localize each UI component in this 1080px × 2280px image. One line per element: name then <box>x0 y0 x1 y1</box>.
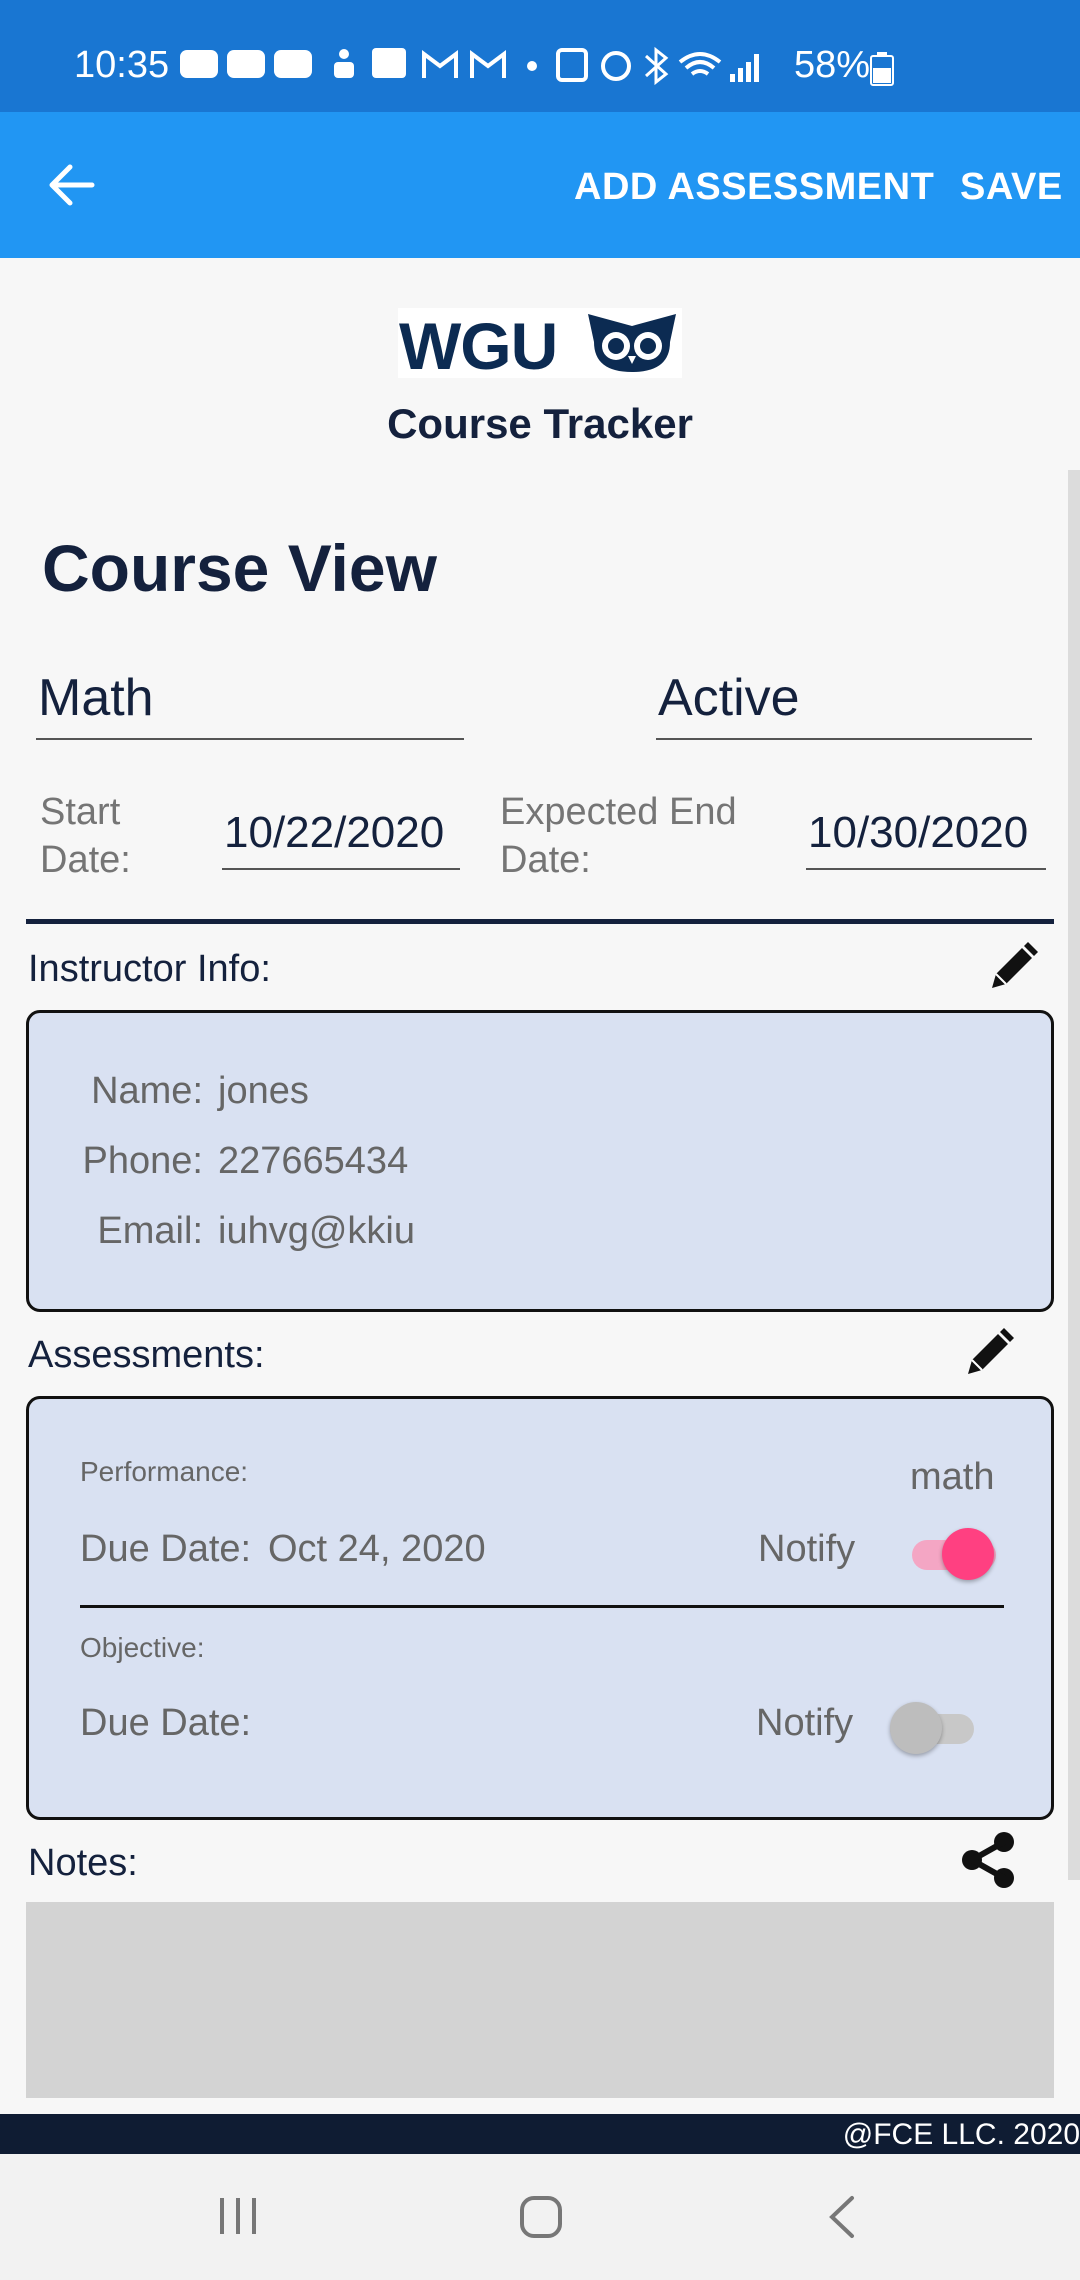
start-date-label: Start Date: <box>40 788 131 884</box>
status-icons-strip <box>180 46 759 86</box>
assessment-title: math <box>910 1456 995 1498</box>
save-button[interactable]: SAVE <box>960 166 1063 209</box>
assessments-label: Assessments: <box>28 1334 265 1376</box>
notification-icons <box>180 46 780 94</box>
youtube-icon <box>227 50 265 78</box>
instructor-phone-value: 227665434 <box>218 1140 409 1182</box>
message-alert-icon <box>372 48 406 78</box>
alarm-icon <box>601 51 631 81</box>
course-status-underline <box>656 738 1032 740</box>
instructor-info-label: Instructor Info: <box>28 948 271 990</box>
owl-logo-icon <box>588 314 676 372</box>
course-status-field[interactable]: Active <box>658 668 800 728</box>
edit-assessments-pencil-icon[interactable] <box>962 1326 1016 1380</box>
toggle-thumb <box>942 1528 994 1580</box>
nfc-icon <box>556 48 588 82</box>
assessment-divider <box>80 1605 1004 1608</box>
recent-apps-icon[interactable] <box>216 2194 260 2238</box>
course-name-field[interactable]: Math <box>38 668 154 728</box>
gmail-icon <box>470 50 506 78</box>
instructor-email-value: iuhvg@kkiu <box>218 1210 415 1252</box>
page-title: Course View <box>42 531 437 605</box>
end-date-underline <box>806 868 1046 870</box>
scrollbar[interactable] <box>1068 470 1080 1880</box>
battery-icon <box>870 52 894 86</box>
share-icon[interactable] <box>958 1830 1018 1890</box>
edit-instructor-pencil-icon[interactable] <box>986 940 1040 994</box>
instructor-name-label: Name: <box>91 1070 203 1112</box>
bluetooth-icon <box>644 46 669 86</box>
system-back-icon[interactable] <box>822 2194 862 2240</box>
notify-label: Notify <box>758 1528 856 1570</box>
assessment-due-label: Due Date: <box>80 1702 252 1744</box>
assessment-type-label: Objective: <box>80 1632 205 1663</box>
end-date-field[interactable]: 10/30/2020 <box>808 808 1028 858</box>
end-date-label-line2: Date: <box>500 839 591 881</box>
wifi-icon <box>678 52 722 76</box>
gmail-icon <box>422 50 458 78</box>
assessment-type-label: Performance: <box>80 1456 249 1487</box>
section-divider <box>26 919 1054 924</box>
back-arrow-icon[interactable] <box>46 162 96 208</box>
notify-label: Notify <box>756 1702 854 1744</box>
youtube-icon <box>180 50 218 78</box>
start-date-label-line2: Date: <box>40 839 131 881</box>
copyright-text: @FCE LLC. 2020 <box>842 2118 1080 2151</box>
signal-icon <box>730 54 759 82</box>
start-date-label-line1: Start <box>40 791 121 833</box>
assessment-due-label: Due Date: <box>80 1528 252 1570</box>
notes-textarea[interactable] <box>26 1902 1054 2098</box>
app-bar: ADD ASSESSMENT SAVE <box>0 112 1080 258</box>
instructor-name-value: jones <box>218 1070 309 1112</box>
status-bar: 10:35 58% <box>0 0 1080 112</box>
home-icon[interactable] <box>518 2194 564 2240</box>
status-time: 10:35 <box>74 44 170 86</box>
dot-icon <box>527 61 537 71</box>
app-subtitle: Course Tracker <box>387 400 693 447</box>
end-date-label-line1: Expected End <box>500 791 737 833</box>
notify-toggle-on[interactable] <box>912 1528 996 1580</box>
footer-bar: @FCE LLC. 2020 <box>0 2114 1080 2154</box>
notes-label: Notes: <box>28 1842 138 1884</box>
battery-percent: 58% <box>794 44 871 86</box>
wgu-logo-text: WGU <box>399 309 558 383</box>
instructor-email-label: Email: <box>97 1210 203 1252</box>
notify-toggle-off[interactable] <box>890 1702 974 1754</box>
course-name-underline <box>36 738 464 740</box>
accessibility-icon <box>339 49 349 59</box>
start-date-field[interactable]: 10/22/2020 <box>224 808 444 858</box>
assessment-due-date: Oct 24, 2020 <box>268 1528 486 1570</box>
start-date-underline <box>222 868 460 870</box>
end-date-label: Expected End Date: <box>500 788 737 884</box>
system-nav-bar <box>0 2154 1080 2280</box>
youtube-icon <box>274 50 312 78</box>
instructor-phone-label: Phone: <box>82 1140 203 1182</box>
toggle-thumb <box>890 1702 942 1754</box>
add-assessment-button[interactable]: ADD ASSESSMENT <box>574 166 934 209</box>
